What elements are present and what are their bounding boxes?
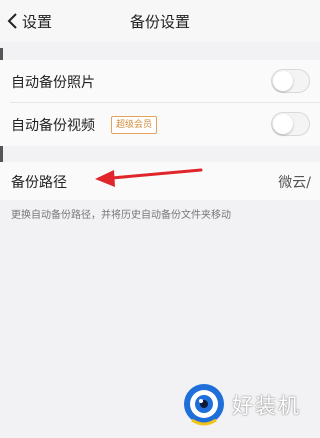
nav-header: 设置 备份设置	[0, 0, 320, 42]
auto-backup-videos-toggle[interactable]	[271, 112, 310, 136]
auto-backup-photos-label: 自动备份照片	[11, 75, 95, 91]
auto-backup-group: 自动备份照片 自动备份视频 超级会员	[0, 60, 320, 146]
watermark-text: 好装机	[232, 394, 301, 418]
auto-backup-videos-row: 自动备份视频 超级会员	[0, 103, 320, 145]
toggle-knob	[273, 114, 293, 134]
toggle-knob	[273, 71, 293, 91]
backup-path-row[interactable]: 备份路径 微云/	[0, 162, 320, 200]
backup-path-hint: 更换自动备份路径，并将历史自动备份文件夹移动	[11, 210, 231, 221]
watermark: 好装机	[180, 376, 320, 432]
eye-logo-icon	[184, 384, 224, 426]
auto-backup-photos-toggle[interactable]	[271, 69, 310, 93]
auto-backup-videos-label: 自动备份视频	[11, 118, 95, 134]
page-title: 备份设置	[129, 13, 190, 31]
backup-path-value: 微云/	[278, 175, 311, 191]
super-vip-badge: 超级会员	[111, 116, 158, 134]
auto-backup-photos-row: 自动备份照片	[0, 60, 320, 103]
backup-path-label: 备份路径	[11, 175, 67, 191]
